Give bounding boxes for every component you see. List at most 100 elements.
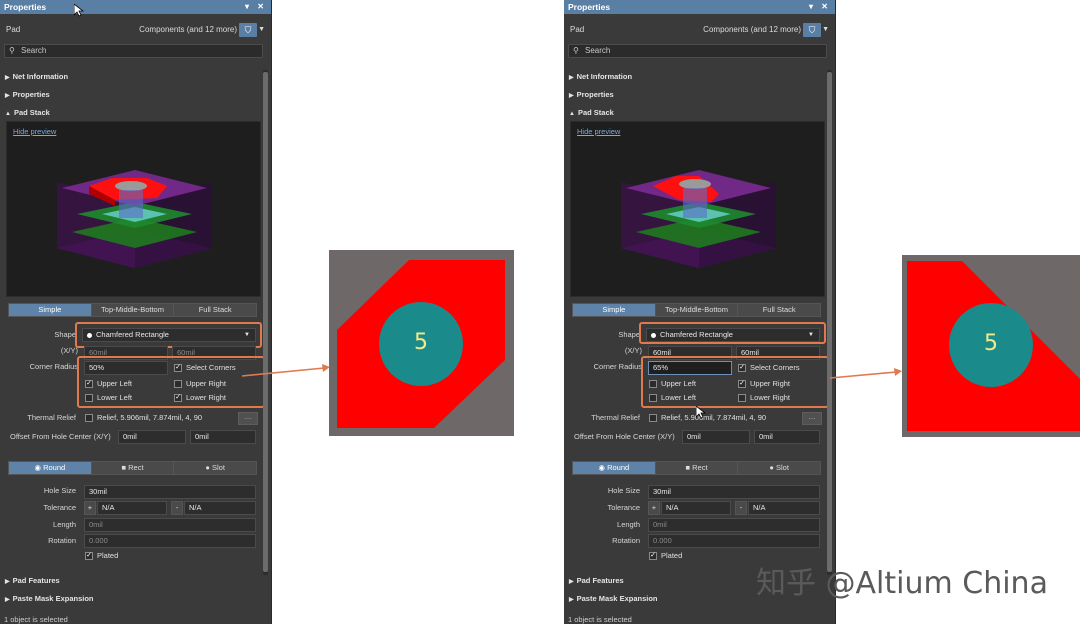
section-net-information[interactable]: ▶ Net Information bbox=[569, 72, 632, 81]
object-row: Pad Components (and 12 more) ⛉ ▼ bbox=[570, 20, 829, 40]
tab-top-middle-bottom[interactable]: Top-Middle-Bottom bbox=[655, 304, 739, 316]
offset-x-field[interactable]: 0mil bbox=[118, 430, 186, 444]
length-field[interactable]: 0mil bbox=[648, 518, 820, 532]
tab-full-stack[interactable]: Full Stack bbox=[738, 304, 821, 316]
tab-label: Slot bbox=[776, 463, 789, 472]
thermal-relief-label: Thermal Relief bbox=[27, 413, 76, 422]
section-pad-features[interactable]: ▶ Pad Features bbox=[5, 576, 60, 585]
panel-scrollbar[interactable] bbox=[263, 70, 268, 575]
tolerance-label: Tolerance bbox=[43, 503, 76, 512]
tolerance-plus-field[interactable]: N/A bbox=[97, 501, 167, 515]
panel-title-bar: Properties ▾ ✕ bbox=[0, 0, 271, 14]
offset-x-field[interactable]: 0mil bbox=[682, 430, 750, 444]
panel-scrollbar[interactable] bbox=[827, 70, 832, 575]
section-paste-mask[interactable]: ▶ Paste Mask Expansion bbox=[5, 594, 94, 603]
plated-checkbox[interactable]: ✓ Plated bbox=[85, 550, 118, 562]
object-type: Pad bbox=[570, 25, 585, 34]
filter-dropdown-icon[interactable]: ▼ bbox=[258, 23, 265, 37]
section-net-information[interactable]: ▶ Net Information bbox=[5, 72, 68, 81]
section-label: Net Information bbox=[576, 72, 633, 81]
tab-slot[interactable]: ● Slot bbox=[738, 462, 821, 474]
search-input[interactable]: ⚲ Search bbox=[568, 44, 827, 58]
tolerance-label: Tolerance bbox=[607, 503, 640, 512]
section-pad-stack[interactable]: ▲ Pad Stack bbox=[569, 108, 614, 117]
tab-label: Slot bbox=[212, 463, 225, 472]
search-placeholder: Search bbox=[21, 46, 47, 55]
xy-label: (X/Y) bbox=[60, 346, 78, 355]
search-input[interactable]: ⚲ Search bbox=[4, 44, 263, 58]
thermal-relief-checkbox[interactable]: Relief, 5.906mil, 7.874mil, 4, 90 bbox=[649, 412, 766, 424]
pad-stack-preview[interactable]: Hide preview bbox=[570, 121, 825, 297]
section-properties[interactable]: ▶ Properties bbox=[5, 90, 50, 99]
section-label: Net Information bbox=[12, 72, 69, 81]
offset-label: Offset From Hole Center (X/Y) bbox=[10, 432, 111, 441]
tolerance-plus-field[interactable]: N/A bbox=[661, 501, 731, 515]
filter-dropdown-icon[interactable]: ▼ bbox=[822, 23, 829, 37]
section-label: Pad Stack bbox=[13, 108, 50, 117]
tab-full-stack[interactable]: Full Stack bbox=[174, 304, 257, 316]
plated-checkbox[interactable]: ✓ Plated bbox=[649, 550, 682, 562]
properties-panel-left: Properties ▾ ✕ Pad Components (and 12 mo… bbox=[0, 0, 272, 624]
filter-icon[interactable]: ⛉ bbox=[239, 23, 257, 37]
tab-top-middle-bottom[interactable]: Top-Middle-Bottom bbox=[91, 304, 175, 316]
hide-preview-link[interactable]: Hide preview bbox=[13, 127, 56, 136]
tab-slot[interactable]: ● Slot bbox=[174, 462, 257, 474]
tolerance-minus-field[interactable]: N/A bbox=[184, 501, 256, 515]
offset-label: Offset From Hole Center (X/Y) bbox=[574, 432, 675, 441]
tolerance-minus-field[interactable]: N/A bbox=[748, 501, 820, 515]
section-label: Pad Features bbox=[576, 576, 624, 585]
collapse-caret-icon: ▲ bbox=[569, 111, 575, 117]
tab-rect[interactable]: ■ Rect bbox=[91, 462, 175, 474]
scrollbar-thumb[interactable] bbox=[263, 72, 268, 572]
thermal-relief-checkbox[interactable]: Relief, 5.906mil, 7.874mil, 4, 90 bbox=[85, 412, 202, 424]
tab-simple[interactable]: Simple bbox=[573, 304, 656, 316]
section-pad-stack[interactable]: ▲ Pad Stack bbox=[5, 108, 50, 117]
thermal-relief-label: Thermal Relief bbox=[591, 413, 640, 422]
section-properties[interactable]: ▶ Properties bbox=[569, 90, 614, 99]
panel-title: Properties bbox=[4, 2, 47, 12]
tab-rect[interactable]: ■ Rect bbox=[655, 462, 739, 474]
length-label: Length bbox=[617, 520, 640, 529]
thermal-relief-edit-button[interactable]: … bbox=[802, 412, 822, 425]
hole-type-tabs: ◉ Round ■ Rect ● Slot bbox=[8, 461, 257, 475]
tab-round[interactable]: ◉ Round bbox=[573, 462, 656, 474]
search-placeholder: Search bbox=[585, 46, 611, 55]
pad-number: 5 bbox=[984, 331, 998, 356]
scrollbar-thumb[interactable] bbox=[827, 72, 832, 572]
section-paste-mask[interactable]: ▶ Paste Mask Expansion bbox=[569, 594, 658, 603]
pad-stack-preview[interactable]: Hide preview bbox=[6, 121, 261, 297]
hide-preview-link[interactable]: Hide preview bbox=[577, 127, 620, 136]
rotation-field[interactable]: 0.000 bbox=[84, 534, 256, 548]
expand-caret-icon: ▶ bbox=[569, 579, 574, 585]
checkbox-icon bbox=[85, 414, 93, 422]
tab-label: Round bbox=[607, 463, 630, 472]
corner-radius-label: Corner Radius bbox=[29, 362, 78, 371]
shape-label: Shape bbox=[54, 330, 76, 339]
tab-label: Rect bbox=[128, 463, 144, 472]
object-type: Pad bbox=[6, 25, 21, 34]
thermal-relief-value: Relief, 5.906mil, 7.874mil, 4, 90 bbox=[661, 413, 767, 422]
offset-y-field[interactable]: 0mil bbox=[190, 430, 256, 444]
corner-callout-highlight bbox=[641, 356, 829, 408]
pad-stack-mode-tabs: Simple Top-Middle-Bottom Full Stack bbox=[8, 303, 257, 317]
section-pad-features[interactable]: ▶ Pad Features bbox=[569, 576, 624, 585]
hole-size-field[interactable]: 30mil bbox=[84, 485, 256, 499]
length-field[interactable]: 0mil bbox=[84, 518, 256, 532]
tolerance-minus-sign: - bbox=[735, 501, 747, 515]
expand-caret-icon: ▶ bbox=[5, 93, 10, 99]
section-label: Pad Stack bbox=[577, 108, 614, 117]
tab-simple[interactable]: Simple bbox=[9, 304, 92, 316]
rotation-field[interactable]: 0.000 bbox=[648, 534, 820, 548]
thermal-relief-edit-button[interactable]: … bbox=[238, 412, 258, 425]
watermark: 知乎 @Altium China bbox=[756, 566, 1048, 601]
pad-detail-left: 5 bbox=[329, 250, 514, 436]
tab-round[interactable]: ◉ Round bbox=[9, 462, 92, 474]
hole-size-field[interactable]: 30mil bbox=[648, 485, 820, 499]
offset-y-field[interactable]: 0mil bbox=[754, 430, 820, 444]
panel-window-controls[interactable]: ▾ ✕ bbox=[809, 0, 831, 14]
panel-window-controls[interactable]: ▾ ✕ bbox=[245, 0, 267, 14]
filter-icon[interactable]: ⛉ bbox=[803, 23, 821, 37]
pad-stack-mode-tabs: Simple Top-Middle-Bottom Full Stack bbox=[572, 303, 821, 317]
checkbox-icon bbox=[649, 414, 657, 422]
thermal-relief-value: Relief, 5.906mil, 7.874mil, 4, 90 bbox=[97, 413, 203, 422]
